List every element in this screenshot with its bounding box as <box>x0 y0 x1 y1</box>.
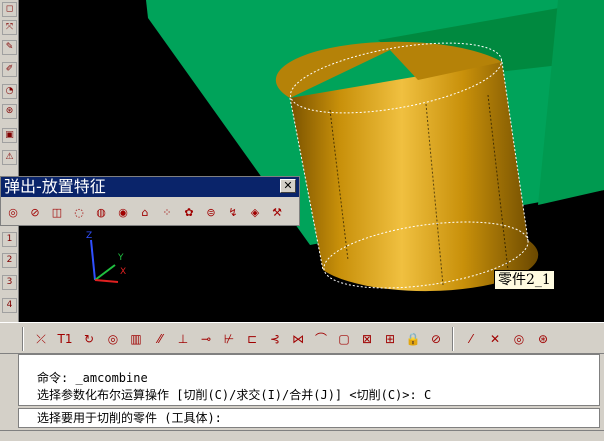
toolbar-separator <box>452 327 454 351</box>
axis-z-label: Z <box>86 231 92 241</box>
axis-x-label: X <box>120 267 126 277</box>
popup-tool-icon[interactable]: ⊜ <box>202 204 220 222</box>
left-toolbar: ◻ ⤧ ✎ ✐ ◔ ⊛ ▣ ⚠ 1 2 3 4 <box>0 0 19 322</box>
part-name-tooltip: 零件2_1 <box>494 270 555 290</box>
command-prompt[interactable]: 选择要用于切削的零件 (工具体): <box>18 408 600 428</box>
toolbar-number-icon[interactable]: 1 <box>2 232 17 247</box>
status-bar <box>0 430 604 441</box>
toolbar-number-icon[interactable]: 2 <box>2 253 17 268</box>
toolbar-tool-icon[interactable]: ⤫ <box>32 329 50 349</box>
command-history-line: 选择参数化布尔运算操作 [切削(C)/求交(I)/合并(J)] <切削(C)>:… <box>37 388 432 402</box>
popup-tool-icon[interactable]: ⚒ <box>268 204 286 222</box>
popup-tool-icon[interactable]: ◌ <box>70 204 88 222</box>
warning-icon[interactable]: ⚠ <box>2 150 17 165</box>
toolbar-tool-icon[interactable]: ⊠ <box>358 329 376 349</box>
axis-y-label: Y <box>117 253 124 263</box>
toolbar-tool-icon[interactable]: ◎ <box>104 329 122 349</box>
popup-tool-icon[interactable]: ⁘ <box>158 204 176 222</box>
popup-toolbar-title[interactable]: 弹出-放置特征 <box>1 177 299 197</box>
toolbar-tool-icon[interactable]: ⊛ <box>2 104 17 119</box>
toolbar-separator <box>22 327 24 351</box>
toolbar-tool-icon[interactable]: ◻ <box>2 2 17 17</box>
popup-tool-icon[interactable]: ◈ <box>246 204 264 222</box>
popup-tool-icon[interactable]: ✿ <box>180 204 198 222</box>
toolbar-tool-icon[interactable]: ⊬ <box>220 329 238 349</box>
popup-tool-icon[interactable]: ◍ <box>92 204 110 222</box>
lock-icon[interactable]: ⊘ <box>427 329 445 349</box>
toolbar-tool-icon[interactable]: ⊞ <box>381 329 399 349</box>
toolbar-tool-icon[interactable]: ✎ <box>2 40 17 55</box>
popup-tool-icon[interactable]: ◎ <box>4 204 22 222</box>
toolbar-number-icon[interactable]: 3 <box>2 275 17 290</box>
toolbar-tool-icon[interactable]: ⁄ <box>462 329 480 349</box>
popup-toolbar: 弹出-放置特征 ✕ ◎ ⊘ ◫ ◌ ◍ ◉ ⌂ ⁘ ✿ ⊜ ↯ ◈ ⚒ <box>0 176 300 226</box>
toolbar-tool-icon[interactable]: ⊸ <box>197 329 215 349</box>
toolbar-tool-icon[interactable]: 🔒 <box>404 329 422 349</box>
toolbar-tool-icon[interactable]: ✕ <box>486 329 504 349</box>
command-area: 命令: _amcombine 选择参数化布尔运算操作 [切削(C)/求交(I)/… <box>0 354 604 441</box>
toolbar-tool-icon[interactable]: ▢ <box>335 329 353 349</box>
popup-tool-icon[interactable]: ◫ <box>48 204 66 222</box>
popup-tool-icon[interactable]: ◉ <box>114 204 132 222</box>
command-history-line: 命令: _amcombine <box>37 371 148 385</box>
toolbar-tool-icon[interactable]: ◔ <box>2 84 17 99</box>
toolbar-tool-icon[interactable]: ⊥ <box>174 329 192 349</box>
toolbar-tool-icon[interactable]: ⊛ <box>534 329 552 349</box>
popup-tool-icon[interactable]: ⌂ <box>136 204 154 222</box>
toolbar-tool-icon[interactable]: ⋈ <box>289 329 307 349</box>
toolbar-tool-icon[interactable]: ⊰ <box>266 329 284 349</box>
popup-tool-icon[interactable]: ⊘ <box>26 204 44 222</box>
constraint-toolbar: ⤫ T1 ↻ ◎ ▥ ⁄⁄ ⊥ ⊸ ⊬ ⊏ ⊰ ⋈ ⌒ ▢ ⊠ ⊞ 🔒 ⊘ ⁄ … <box>0 322 604 354</box>
toolbar-tool-icon[interactable]: T1 <box>56 329 74 349</box>
toolbar-tool-icon[interactable]: ✐ <box>2 62 17 77</box>
toolbar-tool-icon[interactable]: ◎ <box>510 329 528 349</box>
toolbar-tool-icon[interactable]: ⌒ <box>312 329 330 349</box>
toolbar-tool-icon[interactable]: ▥ <box>127 329 145 349</box>
toolbar-tool-icon[interactable]: ⤧ <box>2 20 17 35</box>
toolbar-tool-icon[interactable]: ↻ <box>80 329 98 349</box>
toolbar-number-icon[interactable]: 4 <box>2 298 17 313</box>
popup-tool-icon[interactable]: ↯ <box>224 204 242 222</box>
toolbar-tool-icon[interactable]: ⊏ <box>243 329 261 349</box>
close-button[interactable]: ✕ <box>280 179 296 193</box>
toolbar-tool-icon[interactable]: ▣ <box>2 128 17 143</box>
command-history: 命令: _amcombine 选择参数化布尔运算操作 [切削(C)/求交(I)/… <box>18 354 600 406</box>
toolbar-tool-icon[interactable]: ⁄⁄ <box>151 329 169 349</box>
axis-triad: Z Y X <box>86 231 126 283</box>
